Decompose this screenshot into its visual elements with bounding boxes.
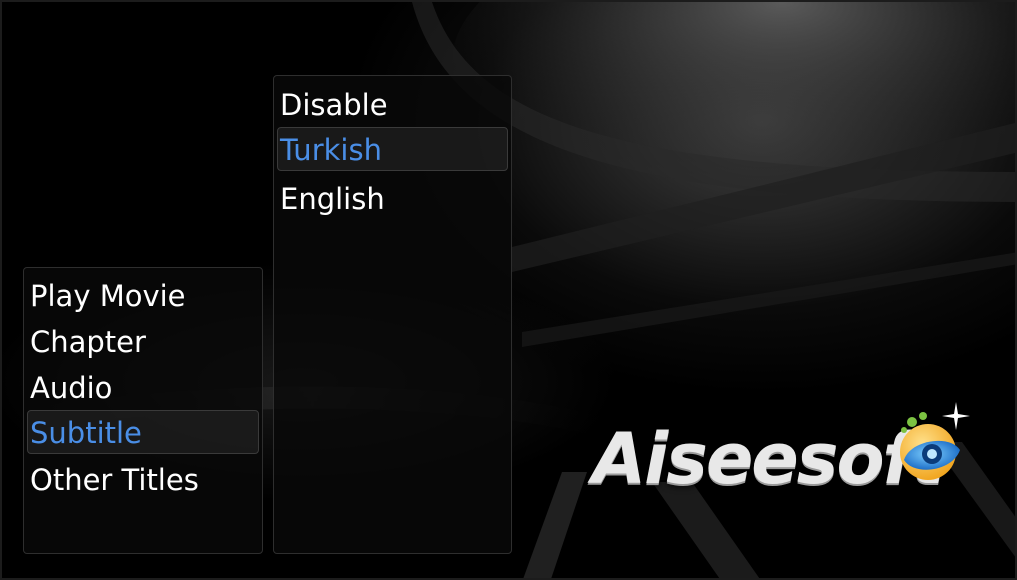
subtitle-menu-panel: Disable Turkish English — [273, 75, 512, 554]
menu-item-other-titles[interactable]: Other Titles — [27, 457, 259, 501]
menu-item-chapter[interactable]: Chapter — [27, 319, 259, 363]
menu-item-play-movie[interactable]: Play Movie — [27, 273, 259, 317]
main-menu-panel: Play Movie Chapter Audio Subtitle Other … — [23, 267, 263, 554]
aiseesoft-logo: Aiseesoft — [592, 400, 982, 525]
aiseesoft-eye-logo-icon — [900, 402, 970, 480]
dvd-menu-screen: Play Movie Chapter Audio Subtitle Other … — [0, 0, 1017, 580]
subtitle-option-turkish[interactable]: Turkish — [277, 127, 508, 171]
subtitle-option-disable[interactable]: Disable — [277, 82, 508, 126]
menu-item-subtitle[interactable]: Subtitle — [27, 410, 259, 454]
menu-item-audio[interactable]: Audio — [27, 365, 259, 409]
subtitle-option-english[interactable]: English — [277, 176, 508, 220]
